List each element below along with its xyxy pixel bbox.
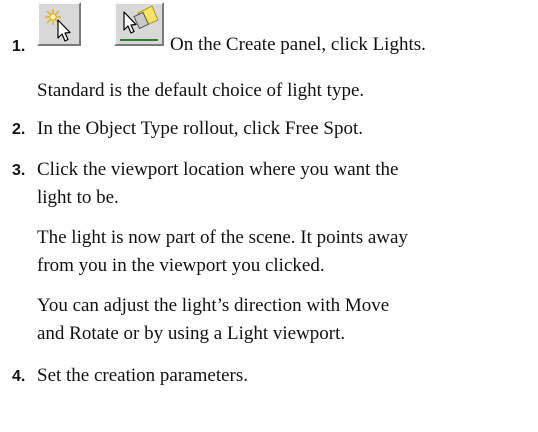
step-3-note-2-line-1: You can adjust the light’s direction wit…	[37, 295, 390, 316]
instructions-document: 1. On the Create panel, click Lights. St…	[0, 0, 538, 432]
step-4-number: 4.	[12, 368, 26, 385]
step-3-note-2-line-2: and Rotate or by using a Light viewport.	[37, 323, 346, 344]
step-2-text: In the Object Type rollout, click Free S…	[37, 118, 363, 139]
step-4-text: Set the creation parameters.	[37, 365, 249, 386]
step-1-text: On the Create panel, click Lights.	[170, 34, 426, 55]
step-3-text-line-2: light to be.	[37, 187, 119, 208]
light-arrow-sparkle-icon	[37, 2, 81, 46]
step-3-note-1-line-1: The light is now part of the scene. It p…	[37, 227, 408, 248]
step-3-number: 3.	[12, 162, 26, 179]
step-2-number: 2.	[12, 121, 26, 138]
step-3-note-1-line-2: from you in the viewport you clicked.	[37, 255, 325, 276]
light-arrow-flashlight-icon	[114, 2, 164, 46]
step-1-note: Standard is the default choice of light …	[37, 80, 365, 101]
step-1-number: 1.	[12, 38, 26, 55]
step-3-text-line-1: Click the viewport location where you wa…	[37, 159, 399, 180]
